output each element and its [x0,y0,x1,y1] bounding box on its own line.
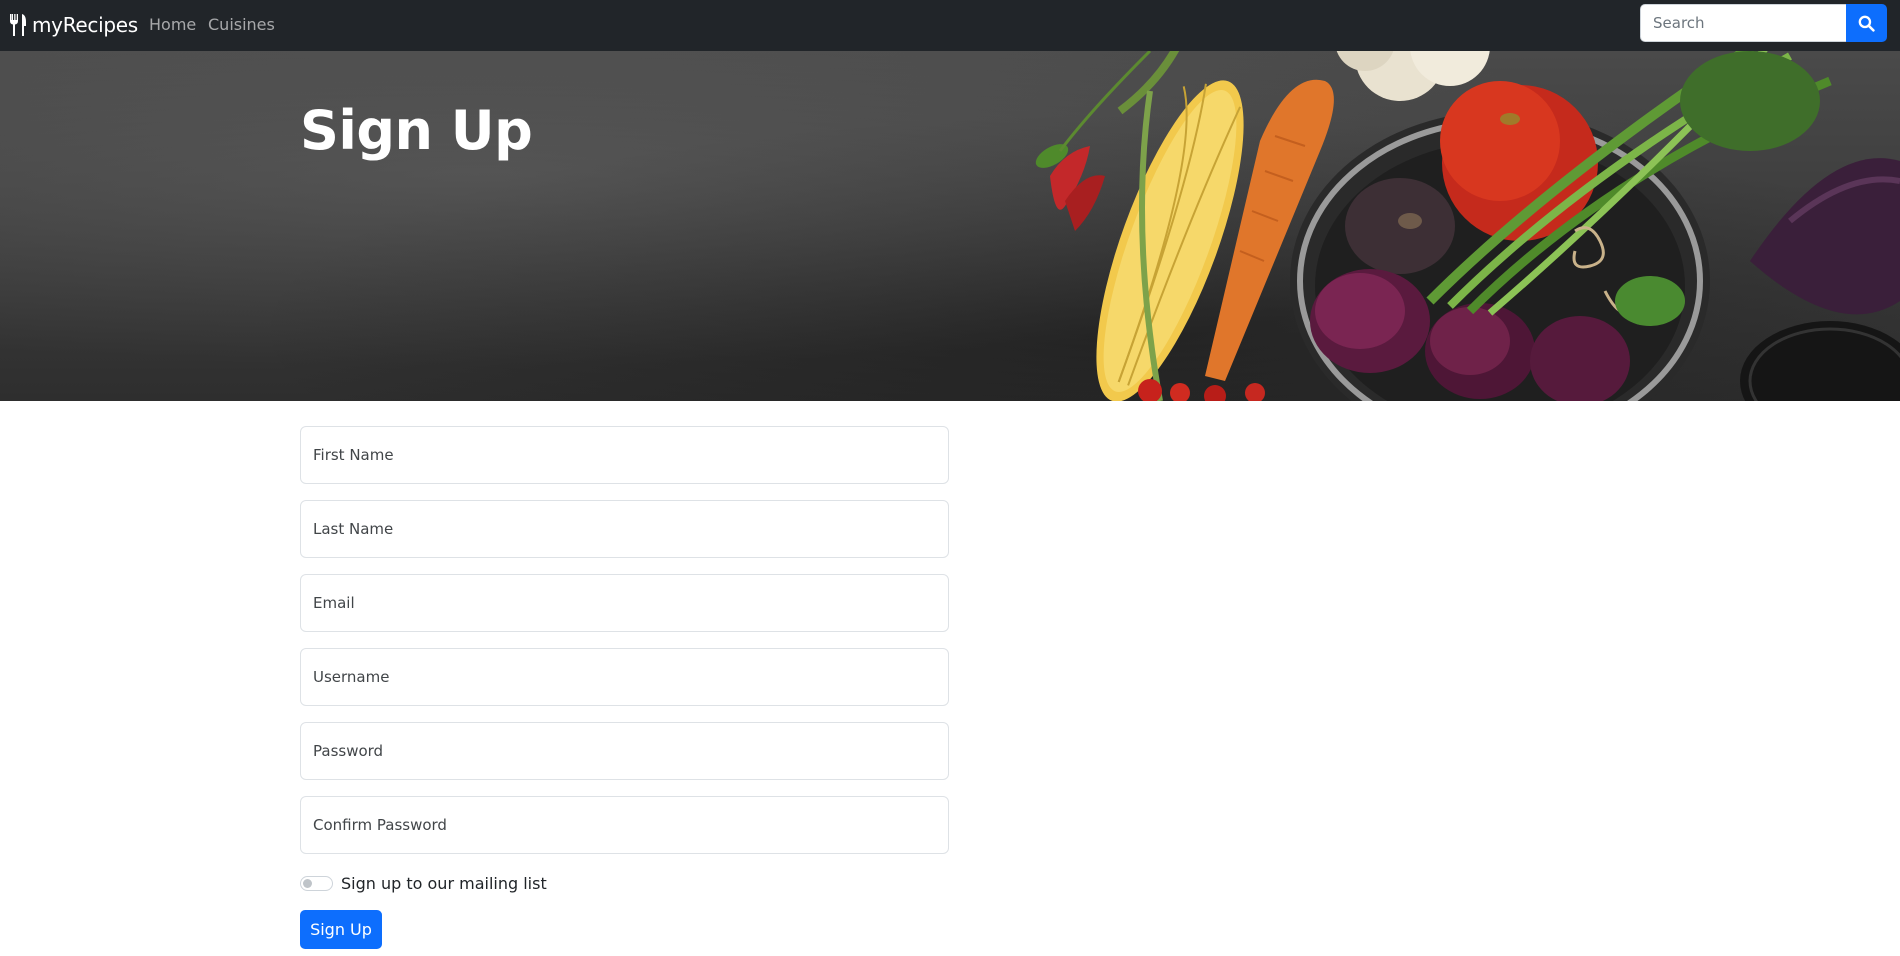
password-field[interactable] [300,722,949,780]
email-field[interactable] [300,574,949,632]
first-name-field[interactable] [300,426,949,484]
mailing-list-toggle[interactable] [300,875,333,891]
nav-home-link[interactable]: Home [149,15,196,34]
username-field[interactable] [300,648,949,706]
search-input[interactable] [1640,4,1847,42]
utensils-icon [8,13,28,37]
vegetables-image [1030,51,1900,401]
search-button[interactable] [1846,4,1887,42]
search-icon [1858,15,1875,32]
page-title: Sign Up [300,99,533,162]
mailing-list-label[interactable]: Sign up to our mailing list [341,874,547,893]
brand-name: myRecipes [32,13,138,37]
sign-up-button[interactable]: Sign Up [300,910,382,949]
toggle-knob [303,878,312,888]
navbar: myRecipes Home Cuisines [0,0,1900,51]
mailing-list-row: Sign up to our mailing list [300,872,547,894]
nav-cuisines-link[interactable]: Cuisines [208,15,275,34]
confirm-password-field[interactable] [300,796,949,854]
last-name-field[interactable] [300,500,949,558]
hero-banner: Sign Up [0,51,1900,401]
brand-link[interactable]: myRecipes [8,12,138,38]
